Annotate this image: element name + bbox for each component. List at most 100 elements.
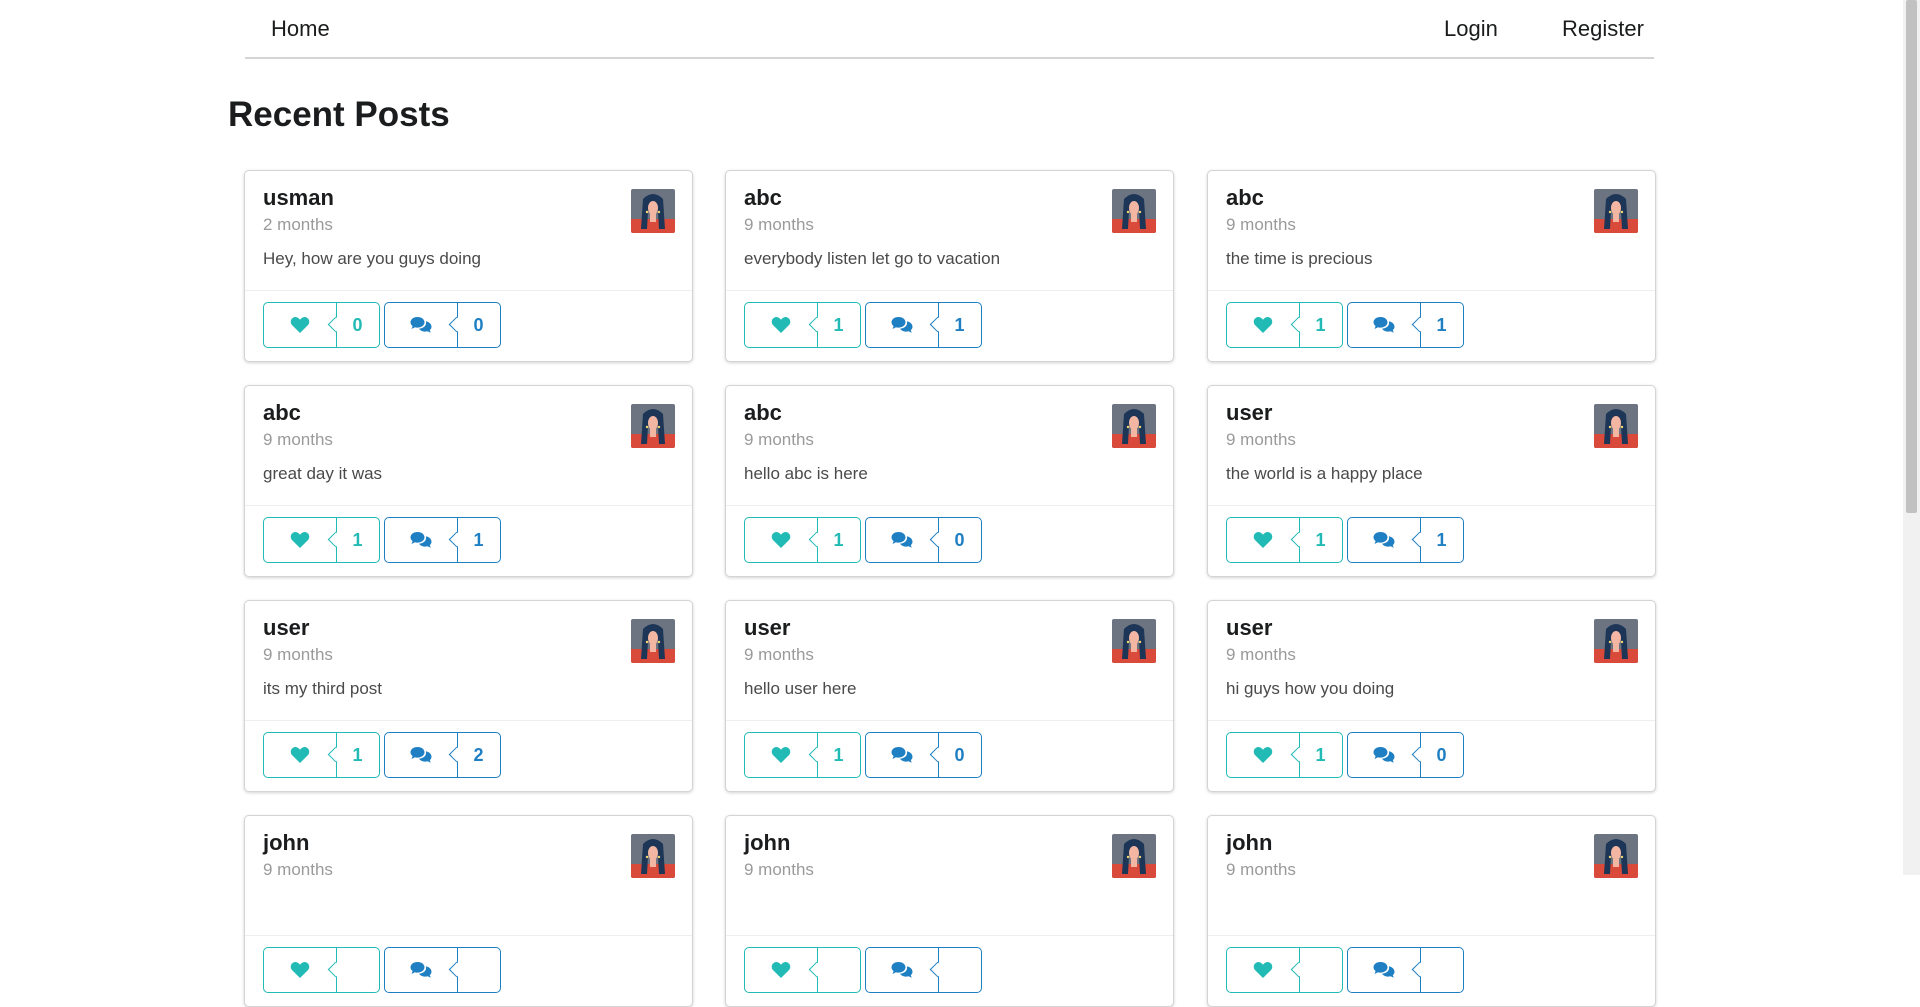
- post-card: user 9 months hi guys how you doing 1 0: [1207, 600, 1656, 792]
- post-time: 9 months: [263, 645, 333, 664]
- post-time: 9 months: [744, 860, 814, 879]
- like-button[interactable]: 1: [744, 302, 861, 348]
- post-time: 9 months: [263, 430, 333, 449]
- vertical-scrollbar[interactable]: [1903, 0, 1920, 875]
- comment-button[interactable]: 1: [1347, 517, 1464, 563]
- comment-button[interactable]: 0: [384, 302, 501, 348]
- post-card: user 9 months its my third post 1 2: [244, 600, 693, 792]
- comment-button[interactable]: [865, 947, 982, 993]
- like-button[interactable]: 1: [744, 732, 861, 778]
- comment-count: 0: [954, 744, 965, 765]
- heart-icon: [745, 303, 817, 347]
- like-count: 1: [352, 744, 363, 765]
- comments-icon: [1348, 518, 1420, 562]
- like-button[interactable]: [744, 947, 861, 993]
- avatar: [1594, 189, 1638, 233]
- nav-register-link[interactable]: Register: [1562, 0, 1644, 57]
- post-time: 9 months: [1226, 860, 1296, 879]
- post-card: user 9 months hello user here 1 0: [725, 600, 1174, 792]
- like-button[interactable]: 1: [1226, 302, 1343, 348]
- comment-button[interactable]: 1: [1347, 302, 1464, 348]
- comments-icon: [385, 303, 457, 347]
- post-card-content: user 9 months the world is a happy place: [1208, 386, 1655, 506]
- post-card-content: john 9 months: [726, 816, 1173, 936]
- comment-button[interactable]: 1: [384, 517, 501, 563]
- heart-icon: [264, 518, 336, 562]
- like-count: 1: [352, 529, 363, 550]
- comment-count: 1: [1436, 529, 1447, 550]
- like-count: [1299, 948, 1342, 992]
- comment-button[interactable]: 0: [865, 732, 982, 778]
- comment-button[interactable]: 0: [865, 517, 982, 563]
- comments-icon: [385, 733, 457, 777]
- comments-icon: [385, 518, 457, 562]
- post-card-content: abc 9 months hello abc is here: [726, 386, 1173, 506]
- post-card-content: abc 9 months everybody listen let go to …: [726, 171, 1173, 291]
- avatar: [631, 189, 675, 233]
- post-author: user: [744, 615, 791, 640]
- post-time: 9 months: [744, 430, 814, 449]
- post-body: hello abc is here: [744, 464, 868, 483]
- avatar: [1112, 834, 1156, 878]
- like-button[interactable]: 0: [263, 302, 380, 348]
- like-count: 0: [352, 314, 363, 335]
- post-card: usman 2 months Hey, how are you guys doi…: [244, 170, 693, 362]
- nav-home-link[interactable]: Home: [271, 0, 330, 57]
- avatar: [631, 404, 675, 448]
- like-button[interactable]: 1: [1226, 517, 1343, 563]
- post-card: john 9 months: [725, 815, 1174, 1007]
- comment-button[interactable]: [1347, 947, 1464, 993]
- post-card-content: user 9 months hello user here: [726, 601, 1173, 721]
- comment-count: 1: [954, 314, 965, 335]
- post-author: john: [744, 830, 791, 855]
- comment-count: 2: [473, 744, 484, 765]
- like-button[interactable]: 1: [1226, 732, 1343, 778]
- post-time: 9 months: [263, 860, 333, 879]
- comment-count: [938, 948, 981, 992]
- comments-icon: [1348, 733, 1420, 777]
- comment-count: 1: [1436, 314, 1447, 335]
- comment-button[interactable]: 1: [865, 302, 982, 348]
- post-time: 9 months: [1226, 645, 1296, 664]
- like-button[interactable]: [1226, 947, 1343, 993]
- post-card: abc 9 months hello abc is here 1 0: [725, 385, 1174, 577]
- post-body: hi guys how you doing: [1226, 679, 1395, 698]
- heart-icon: [745, 733, 817, 777]
- post-card-content: abc 9 months great day it was: [245, 386, 692, 506]
- page-title: Recent Posts: [228, 95, 450, 134]
- avatar: [1594, 619, 1638, 663]
- like-count: [336, 948, 379, 992]
- like-button[interactable]: 1: [263, 517, 380, 563]
- post-card: user 9 months the world is a happy place: [1207, 385, 1656, 577]
- scrollbar-thumb[interactable]: [1906, 0, 1917, 513]
- heart-icon: [745, 948, 817, 992]
- post-time: 2 months: [263, 215, 333, 234]
- like-count: 1: [1315, 744, 1326, 765]
- avatar: [1112, 189, 1156, 233]
- comment-button[interactable]: 0: [1347, 732, 1464, 778]
- heart-icon: [264, 948, 336, 992]
- comment-count: [1420, 948, 1463, 992]
- comments-icon: [1348, 303, 1420, 347]
- like-button[interactable]: 1: [263, 732, 380, 778]
- comment-button[interactable]: [384, 947, 501, 993]
- post-author: user: [1226, 615, 1273, 640]
- nav-login-link[interactable]: Login: [1444, 0, 1498, 57]
- heart-icon: [264, 733, 336, 777]
- heart-icon: [264, 303, 336, 347]
- comment-count: 1: [473, 529, 484, 550]
- post-author: user: [1226, 400, 1273, 425]
- like-button[interactable]: 1: [744, 517, 861, 563]
- post-time: 9 months: [744, 645, 814, 664]
- comment-count: [457, 948, 500, 992]
- post-time: 9 months: [1226, 430, 1296, 449]
- post-author: abc: [744, 185, 782, 210]
- post-body: everybody listen let go to vacation: [744, 249, 1001, 268]
- like-button[interactable]: [263, 947, 380, 993]
- avatar: [1112, 404, 1156, 448]
- comment-button[interactable]: 2: [384, 732, 501, 778]
- post-card-content: user 9 months its my third post: [245, 601, 692, 721]
- post-author: john: [1226, 830, 1273, 855]
- comment-count: 0: [1436, 744, 1447, 765]
- post-body: hello user here: [744, 679, 857, 698]
